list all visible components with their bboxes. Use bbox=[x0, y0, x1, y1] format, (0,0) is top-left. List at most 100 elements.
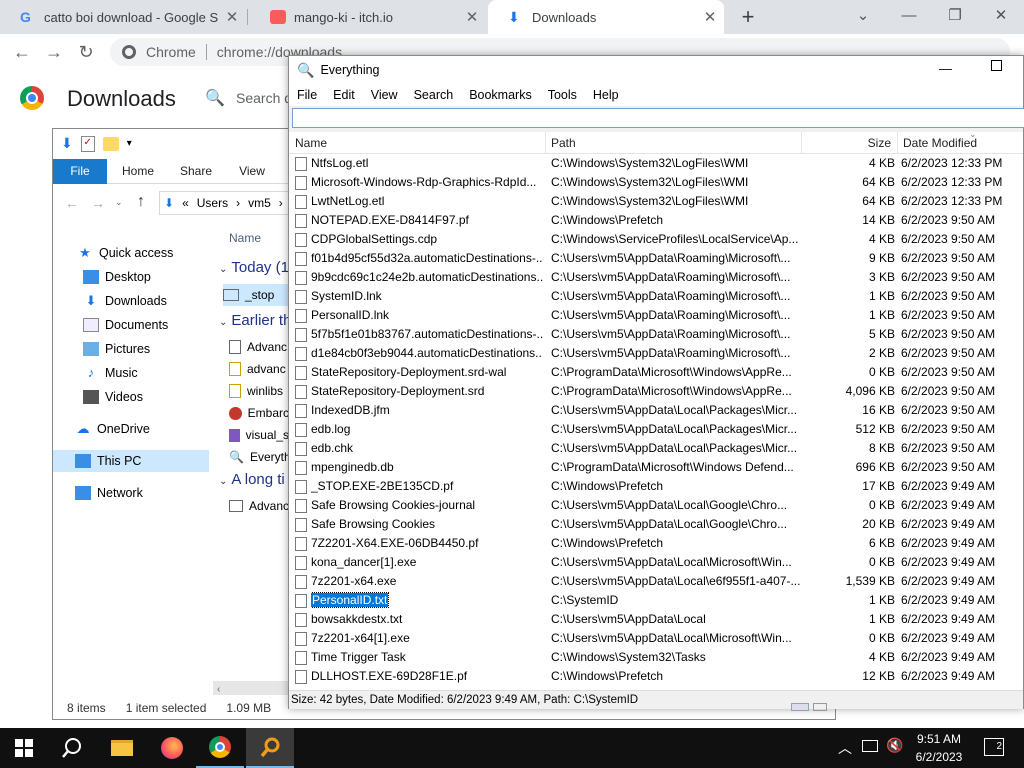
back-icon[interactable]: ← bbox=[10, 40, 34, 64]
breadcrumb-users[interactable]: Users bbox=[197, 196, 228, 210]
nav-this-pc[interactable]: This PC bbox=[53, 450, 209, 472]
menu-edit[interactable]: Edit bbox=[325, 88, 363, 102]
result-row[interactable]: LwtNetLog.etl C:\Windows\System32\LogFile… bbox=[289, 192, 1023, 211]
close-button[interactable]: ✕ bbox=[978, 0, 1024, 30]
quick-access-download-icon[interactable]: ⬇ bbox=[61, 135, 73, 152]
notifications-button[interactable]: 2 bbox=[984, 738, 1004, 756]
tab-search-icon[interactable]: ⌄ bbox=[840, 0, 886, 30]
result-row[interactable]: f01b4d95cf55d32a.automaticDestinations-.… bbox=[289, 249, 1023, 268]
menu-view[interactable]: View bbox=[363, 88, 406, 102]
minimize-button[interactable]: — bbox=[886, 0, 932, 30]
up-icon[interactable]: ↑ bbox=[137, 193, 145, 211]
start-button[interactable] bbox=[0, 728, 48, 768]
taskbar-chrome[interactable] bbox=[196, 728, 244, 768]
result-row[interactable]: edb.chk C:\Users\vm5\AppData\Local\Packag… bbox=[289, 439, 1023, 458]
nav-documents[interactable]: Documents bbox=[83, 314, 168, 336]
taskbar-file-explorer[interactable] bbox=[98, 728, 146, 768]
maximize-button[interactable] bbox=[991, 60, 1002, 71]
ribbon-tab-file[interactable]: File bbox=[53, 159, 107, 184]
result-row[interactable]: mpenginedb.db C:\ProgramData\Microsoft\Wi… bbox=[289, 458, 1023, 477]
nav-pictures[interactable]: Pictures bbox=[83, 338, 150, 360]
column-header-date[interactable]: Date Modified bbox=[897, 132, 1024, 154]
file-item[interactable]: Advanc bbox=[229, 336, 289, 358]
network-icon[interactable] bbox=[862, 740, 878, 752]
scroll-left-icon[interactable]: ‹ bbox=[213, 684, 220, 695]
horizontal-scrollbar[interactable]: ‹ bbox=[213, 681, 293, 695]
file-item[interactable]: visual_s bbox=[229, 424, 289, 446]
close-tab-icon[interactable]: ✕ bbox=[218, 8, 246, 26]
taskbar-everything[interactable] bbox=[246, 728, 294, 768]
nav-network[interactable]: Network bbox=[75, 482, 143, 504]
breadcrumb[interactable]: ⬇ « Users › vm5 › bbox=[159, 191, 289, 215]
menu-bookmarks[interactable]: Bookmarks bbox=[461, 88, 540, 102]
menu-help[interactable]: Help bbox=[585, 88, 627, 102]
ribbon-tab-home[interactable]: Home bbox=[113, 159, 163, 184]
nav-downloads[interactable]: ⬇ Downloads bbox=[83, 290, 167, 312]
result-row[interactable]: NtfsLog.etl C:\Windows\System32\LogFiles\… bbox=[289, 154, 1023, 173]
minimize-button[interactable]: — bbox=[939, 61, 952, 76]
chrome-tab-downloads[interactable]: ⬇ Downloads ✕ bbox=[488, 0, 724, 34]
file-item[interactable]: _stop bbox=[223, 284, 289, 306]
taskbar-firefox[interactable] bbox=[148, 728, 196, 768]
result-row[interactable]: 7Z2201-X64.EXE-06DB4450.pf C:\Windows\Pre… bbox=[289, 534, 1023, 553]
breadcrumb-vm5[interactable]: vm5 bbox=[248, 196, 271, 210]
search-input[interactable] bbox=[292, 108, 1024, 128]
file-item[interactable]: winlibs bbox=[229, 380, 289, 402]
result-row[interactable]: DLLHOST.EXE-69D28F1E.pf C:\Windows\Prefet… bbox=[289, 667, 1023, 686]
breadcrumb-overflow[interactable]: « bbox=[182, 196, 189, 210]
result-row[interactable]: 5f7b5f1e01b83767.automaticDestinations-.… bbox=[289, 325, 1023, 344]
result-row[interactable]: edb.log C:\Users\vm5\AppData\Local\Packag… bbox=[289, 420, 1023, 439]
result-row[interactable]: PersonalID.txt C:\SystemID 1 KB 6/2/2023 9:… bbox=[289, 591, 1023, 610]
menu-file[interactable]: File bbox=[289, 88, 325, 102]
properties-icon[interactable]: ✓ bbox=[80, 135, 95, 152]
group-long-time[interactable]: ⌄ A long ti bbox=[219, 471, 285, 488]
title-bar[interactable]: 🔍 Everything — bbox=[289, 56, 1023, 84]
file-item[interactable]: advanc bbox=[229, 358, 289, 380]
result-row[interactable]: StateRepository-Deployment.srd C:\Program… bbox=[289, 382, 1023, 401]
customize-toolbar-icon[interactable]: ▾ bbox=[127, 138, 132, 149]
restore-button[interactable]: ❐ bbox=[932, 0, 978, 30]
column-header-name[interactable]: Name bbox=[289, 132, 545, 154]
result-row[interactable]: kona_dancer[1].exe C:\Users\vm5\AppData\L… bbox=[289, 553, 1023, 572]
nav-onedrive[interactable]: ☁ OneDrive bbox=[75, 418, 150, 440]
back-icon[interactable]: ← bbox=[65, 195, 79, 211]
search-downloads-input[interactable]: Search d bbox=[236, 90, 292, 106]
ribbon-tab-view[interactable]: View bbox=[229, 159, 275, 184]
file-item[interactable]: Embarc bbox=[229, 402, 289, 424]
file-item[interactable]: 🔍 Everyth bbox=[229, 446, 289, 468]
volume-muted-icon[interactable]: 🔇 bbox=[886, 737, 903, 754]
result-row[interactable]: 7z2201-x64.exe C:\Users\vm5\AppData\Local… bbox=[289, 572, 1023, 591]
menu-search[interactable]: Search bbox=[406, 88, 462, 102]
result-row[interactable]: Safe Browsing Cookies-journal C:\Users\vm… bbox=[289, 496, 1023, 515]
result-row[interactable]: IndexedDB.jfm C:\Users\vm5\AppData\Local\… bbox=[289, 401, 1023, 420]
nav-videos[interactable]: Videos bbox=[83, 386, 143, 408]
column-header-path[interactable]: Path bbox=[545, 132, 801, 154]
nav-music[interactable]: ♪ Music bbox=[83, 362, 138, 384]
group-earlier[interactable]: ⌄ Earlier th bbox=[219, 312, 291, 329]
column-header-name[interactable]: Name bbox=[229, 231, 261, 245]
search-button[interactable] bbox=[48, 728, 96, 768]
result-row[interactable]: 7z2201-x64[1].exe C:\Users\vm5\AppData\Lo… bbox=[289, 629, 1023, 648]
result-row[interactable]: bowsakkdestx.txt C:\Users\vm5\AppData\Loc… bbox=[289, 610, 1023, 629]
file-item[interactable]: Advanc bbox=[229, 495, 289, 517]
folder-icon[interactable] bbox=[102, 136, 119, 151]
result-row[interactable]: SystemID.lnk C:\Users\vm5\AppData\Roaming… bbox=[289, 287, 1023, 306]
chevron-up-icon[interactable]: ︿ bbox=[838, 738, 852, 758]
chrome-tab-itchio[interactable]: mango-ki - itch.io ✕ bbox=[250, 0, 486, 34]
menu-tools[interactable]: Tools bbox=[540, 88, 585, 102]
reload-icon[interactable]: ↻ bbox=[74, 40, 98, 64]
new-tab-button[interactable]: + bbox=[736, 3, 760, 31]
result-row[interactable]: NOTEPAD.EXE-D8414F97.pf C:\Windows\Prefet… bbox=[289, 211, 1023, 230]
clock[interactable]: 9:51 AM 6/2/2023 bbox=[904, 730, 974, 766]
result-row[interactable]: 9b9cdc69c1c24e2b.automaticDestinations..… bbox=[289, 268, 1023, 287]
chrome-tab-google[interactable]: G catto boi download - Google Sea ✕ bbox=[0, 0, 246, 34]
close-tab-icon[interactable]: ✕ bbox=[696, 8, 724, 26]
result-row[interactable]: Time Trigger Task C:\Windows\System32\Tas… bbox=[289, 648, 1023, 667]
result-row[interactable]: CDPGlobalSettings.cdp C:\Windows\ServiceP… bbox=[289, 230, 1023, 249]
nav-quick-access[interactable]: ★ Quick access bbox=[77, 242, 173, 264]
nav-desktop[interactable]: Desktop bbox=[83, 266, 151, 288]
view-toggle-icon[interactable] bbox=[813, 703, 827, 711]
recent-locations-icon[interactable]: ⌄ bbox=[115, 197, 123, 208]
result-row[interactable]: PersonalID.lnk C:\Users\vm5\AppData\Roami… bbox=[289, 306, 1023, 325]
view-toggle-icon[interactable] bbox=[791, 703, 809, 711]
